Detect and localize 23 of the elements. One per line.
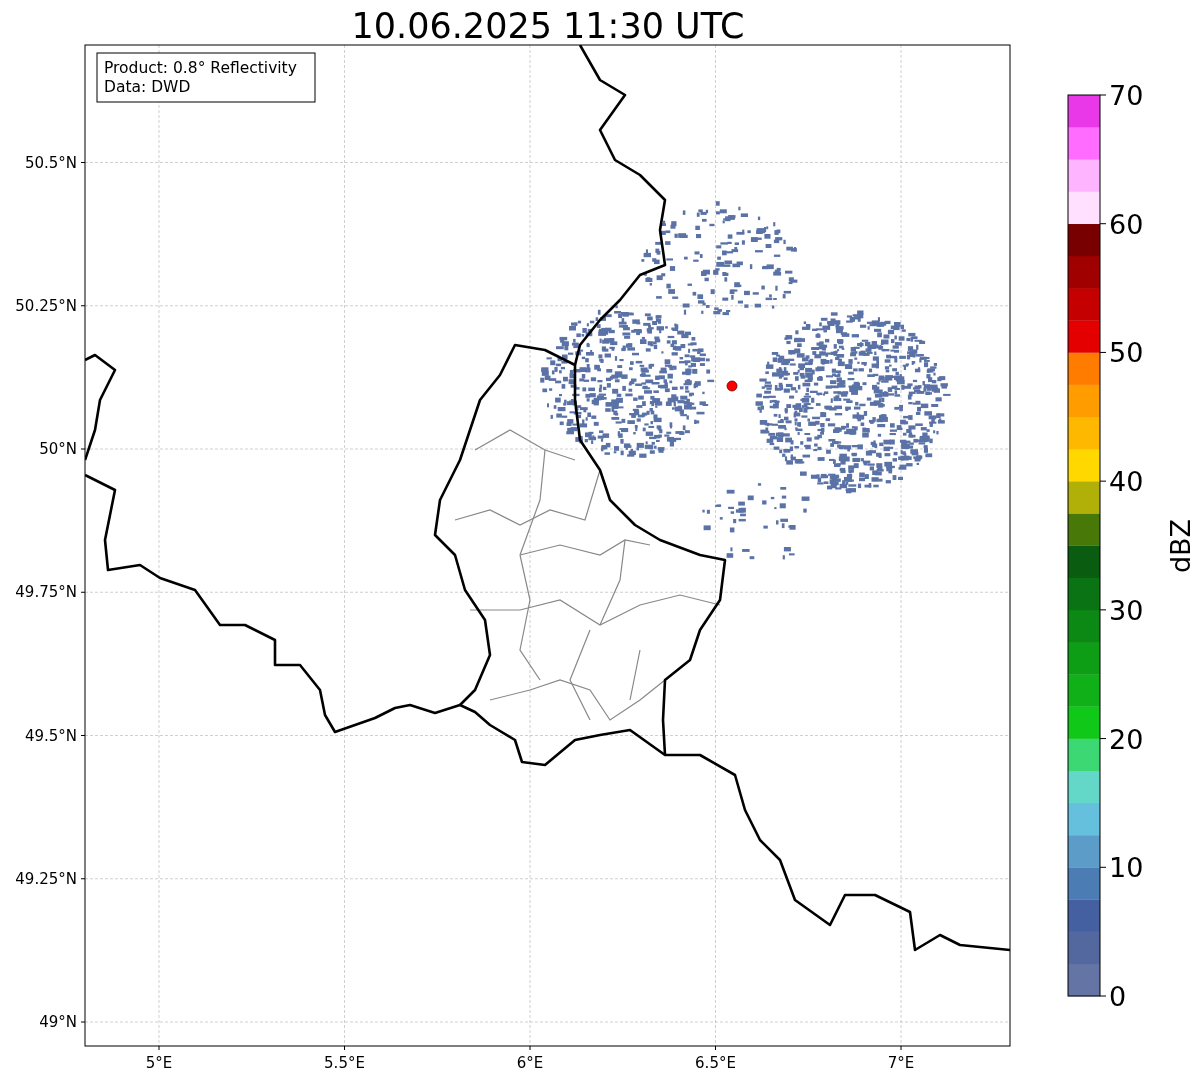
axis-tick: 49.25°N (15, 869, 86, 888)
colorbar-tick: 60 (1099, 208, 1144, 240)
axis-tick: 5°E (145, 1045, 173, 1072)
colorbar-label: dBZ (1165, 518, 1196, 574)
colorbar-tick: 50 (1099, 337, 1144, 369)
axis-tick: 50°N (39, 440, 86, 458)
colorbar-tick: 30 (1099, 594, 1144, 626)
axis-tick: 5.5°E (324, 1045, 365, 1072)
axis-tick: 49°N (39, 1013, 86, 1031)
chart-title: 10.06.2025 11:30 UTC (351, 6, 745, 46)
colorbar-tick: 70 (1099, 80, 1144, 111)
colorbar-tick: 10 (1099, 852, 1144, 884)
axis-tick: 6°E (516, 1045, 544, 1072)
colorbar-tick: 20 (1099, 723, 1144, 755)
info-box: Product: 0.8° Reflectivity Data: DWD (96, 52, 316, 103)
axis-tick: 50.5°N (24, 153, 86, 172)
axis-tick: 49.75°N (15, 583, 86, 602)
axis-tick: 49.5°N (24, 726, 86, 745)
axis-tick: 7°E (887, 1045, 915, 1072)
axis-tick: 6.5°E (695, 1045, 736, 1072)
axis-tick: 50.25°N (15, 296, 86, 315)
colorbar-tick: 0 (1099, 981, 1127, 1012)
colorbar-tick: 40 (1099, 466, 1144, 498)
